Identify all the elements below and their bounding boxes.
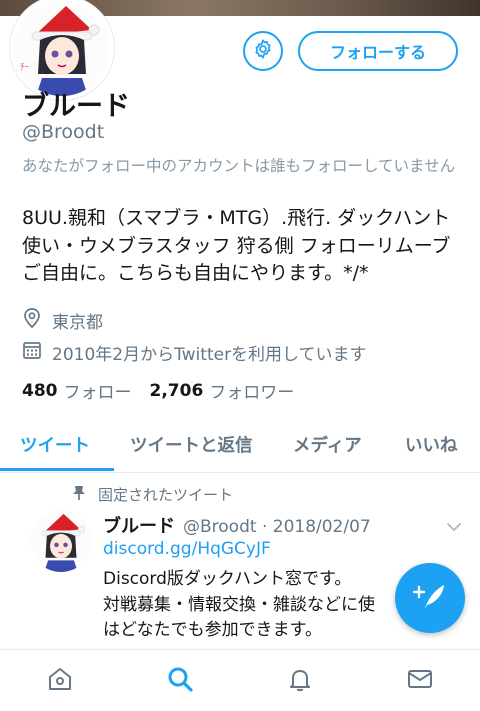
follow-button[interactable]: フォローする — [298, 31, 458, 71]
profile-join-date: 2010年2月からTwitterを利用しています — [22, 340, 367, 365]
nav-home[interactable] — [44, 665, 76, 697]
location-pin-icon — [22, 307, 52, 334]
location-text: 東京都 — [52, 313, 103, 333]
bio-line: 8UU.親和（スマブラ・MTG）.飛行. ダックハント — [22, 207, 451, 229]
tweet-author-meta: @Broodt · 2018/02/07 — [183, 517, 371, 537]
profile-name: ブルード — [22, 91, 130, 122]
search-icon — [166, 665, 194, 697]
profile-location: 東京都 — [22, 307, 103, 334]
followers-count[interactable]: 2,706 — [150, 381, 204, 401]
tab-tweets[interactable]: ツイート — [20, 432, 90, 457]
following-count[interactable]: 480 — [22, 381, 58, 401]
tweet-text-line: はどなたでも参加できます。 — [103, 620, 322, 640]
profile-bio: 8UU.親和（スマブラ・MTG）.飛行. ダックハント 使い・ウメブラスタッフ … — [22, 205, 472, 288]
profile-handle: @Broodt — [22, 121, 105, 143]
svg-text:ﾁｰ: ﾁｰ — [20, 62, 30, 73]
nav-search[interactable] — [164, 665, 196, 697]
tweet-link[interactable]: discord.gg/HqGCyJF — [103, 539, 271, 559]
messages-icon — [406, 665, 434, 697]
chevron-down-icon[interactable] — [446, 518, 462, 537]
tweet-author-avatar[interactable] — [30, 510, 92, 572]
active-tab-indicator — [0, 468, 114, 471]
settings-button[interactable] — [243, 31, 283, 71]
tab-tweets-and-replies[interactable]: ツイートと返信 — [130, 432, 253, 457]
home-icon — [46, 665, 74, 697]
bio-line: ご自由に。こちらも自由にやります。*/* — [22, 262, 369, 284]
bio-line: 使い・ウメブラスタッフ 狩る側 フォローリムーブ — [22, 234, 451, 257]
pinned-label-text: 固定されたツイート — [98, 486, 234, 504]
tweet-text-line: 対戦募集・情報交換・雑談などに使 — [103, 594, 375, 615]
compose-tweet-icon — [412, 579, 447, 617]
join-date-text: 2010年2月からTwitterを利用しています — [52, 345, 367, 365]
pinned-label: 固定されたツイート — [72, 484, 233, 505]
tab-likes[interactable]: いいね — [405, 432, 458, 457]
tweet-header: ブルード @Broodt · 2018/02/07 — [103, 512, 371, 538]
pin-icon — [72, 485, 98, 505]
tweet-author-name[interactable]: ブルード — [103, 512, 175, 538]
nav-messages[interactable] — [404, 665, 436, 697]
following-label[interactable]: フォロー — [64, 378, 132, 403]
tab-media[interactable]: メディア — [293, 432, 362, 457]
followers-label[interactable]: フォロワー — [209, 378, 294, 403]
tweet-text-line: Discord版ダックハント窓です。 — [103, 569, 352, 589]
calendar-icon — [22, 340, 52, 365]
nav-notifications[interactable] — [284, 665, 316, 697]
follow-status-notice: あなたがフォロー中のアカウントは誰もフォローしていません — [22, 157, 456, 175]
profile-tabs: ツイート ツイートと返信 メディア いいね — [0, 416, 480, 473]
tweet-text: Discord版ダックハント窓です。 対戦募集・情報交換・雑談などに使 はどなた… — [103, 567, 403, 644]
gear-icon — [252, 38, 274, 64]
compose-tweet-button[interactable] — [395, 563, 465, 633]
follow-counts: 480 フォロー 2,706 フォロワー — [22, 378, 312, 404]
notifications-icon — [286, 665, 314, 697]
bottom-navigation — [0, 649, 480, 711]
